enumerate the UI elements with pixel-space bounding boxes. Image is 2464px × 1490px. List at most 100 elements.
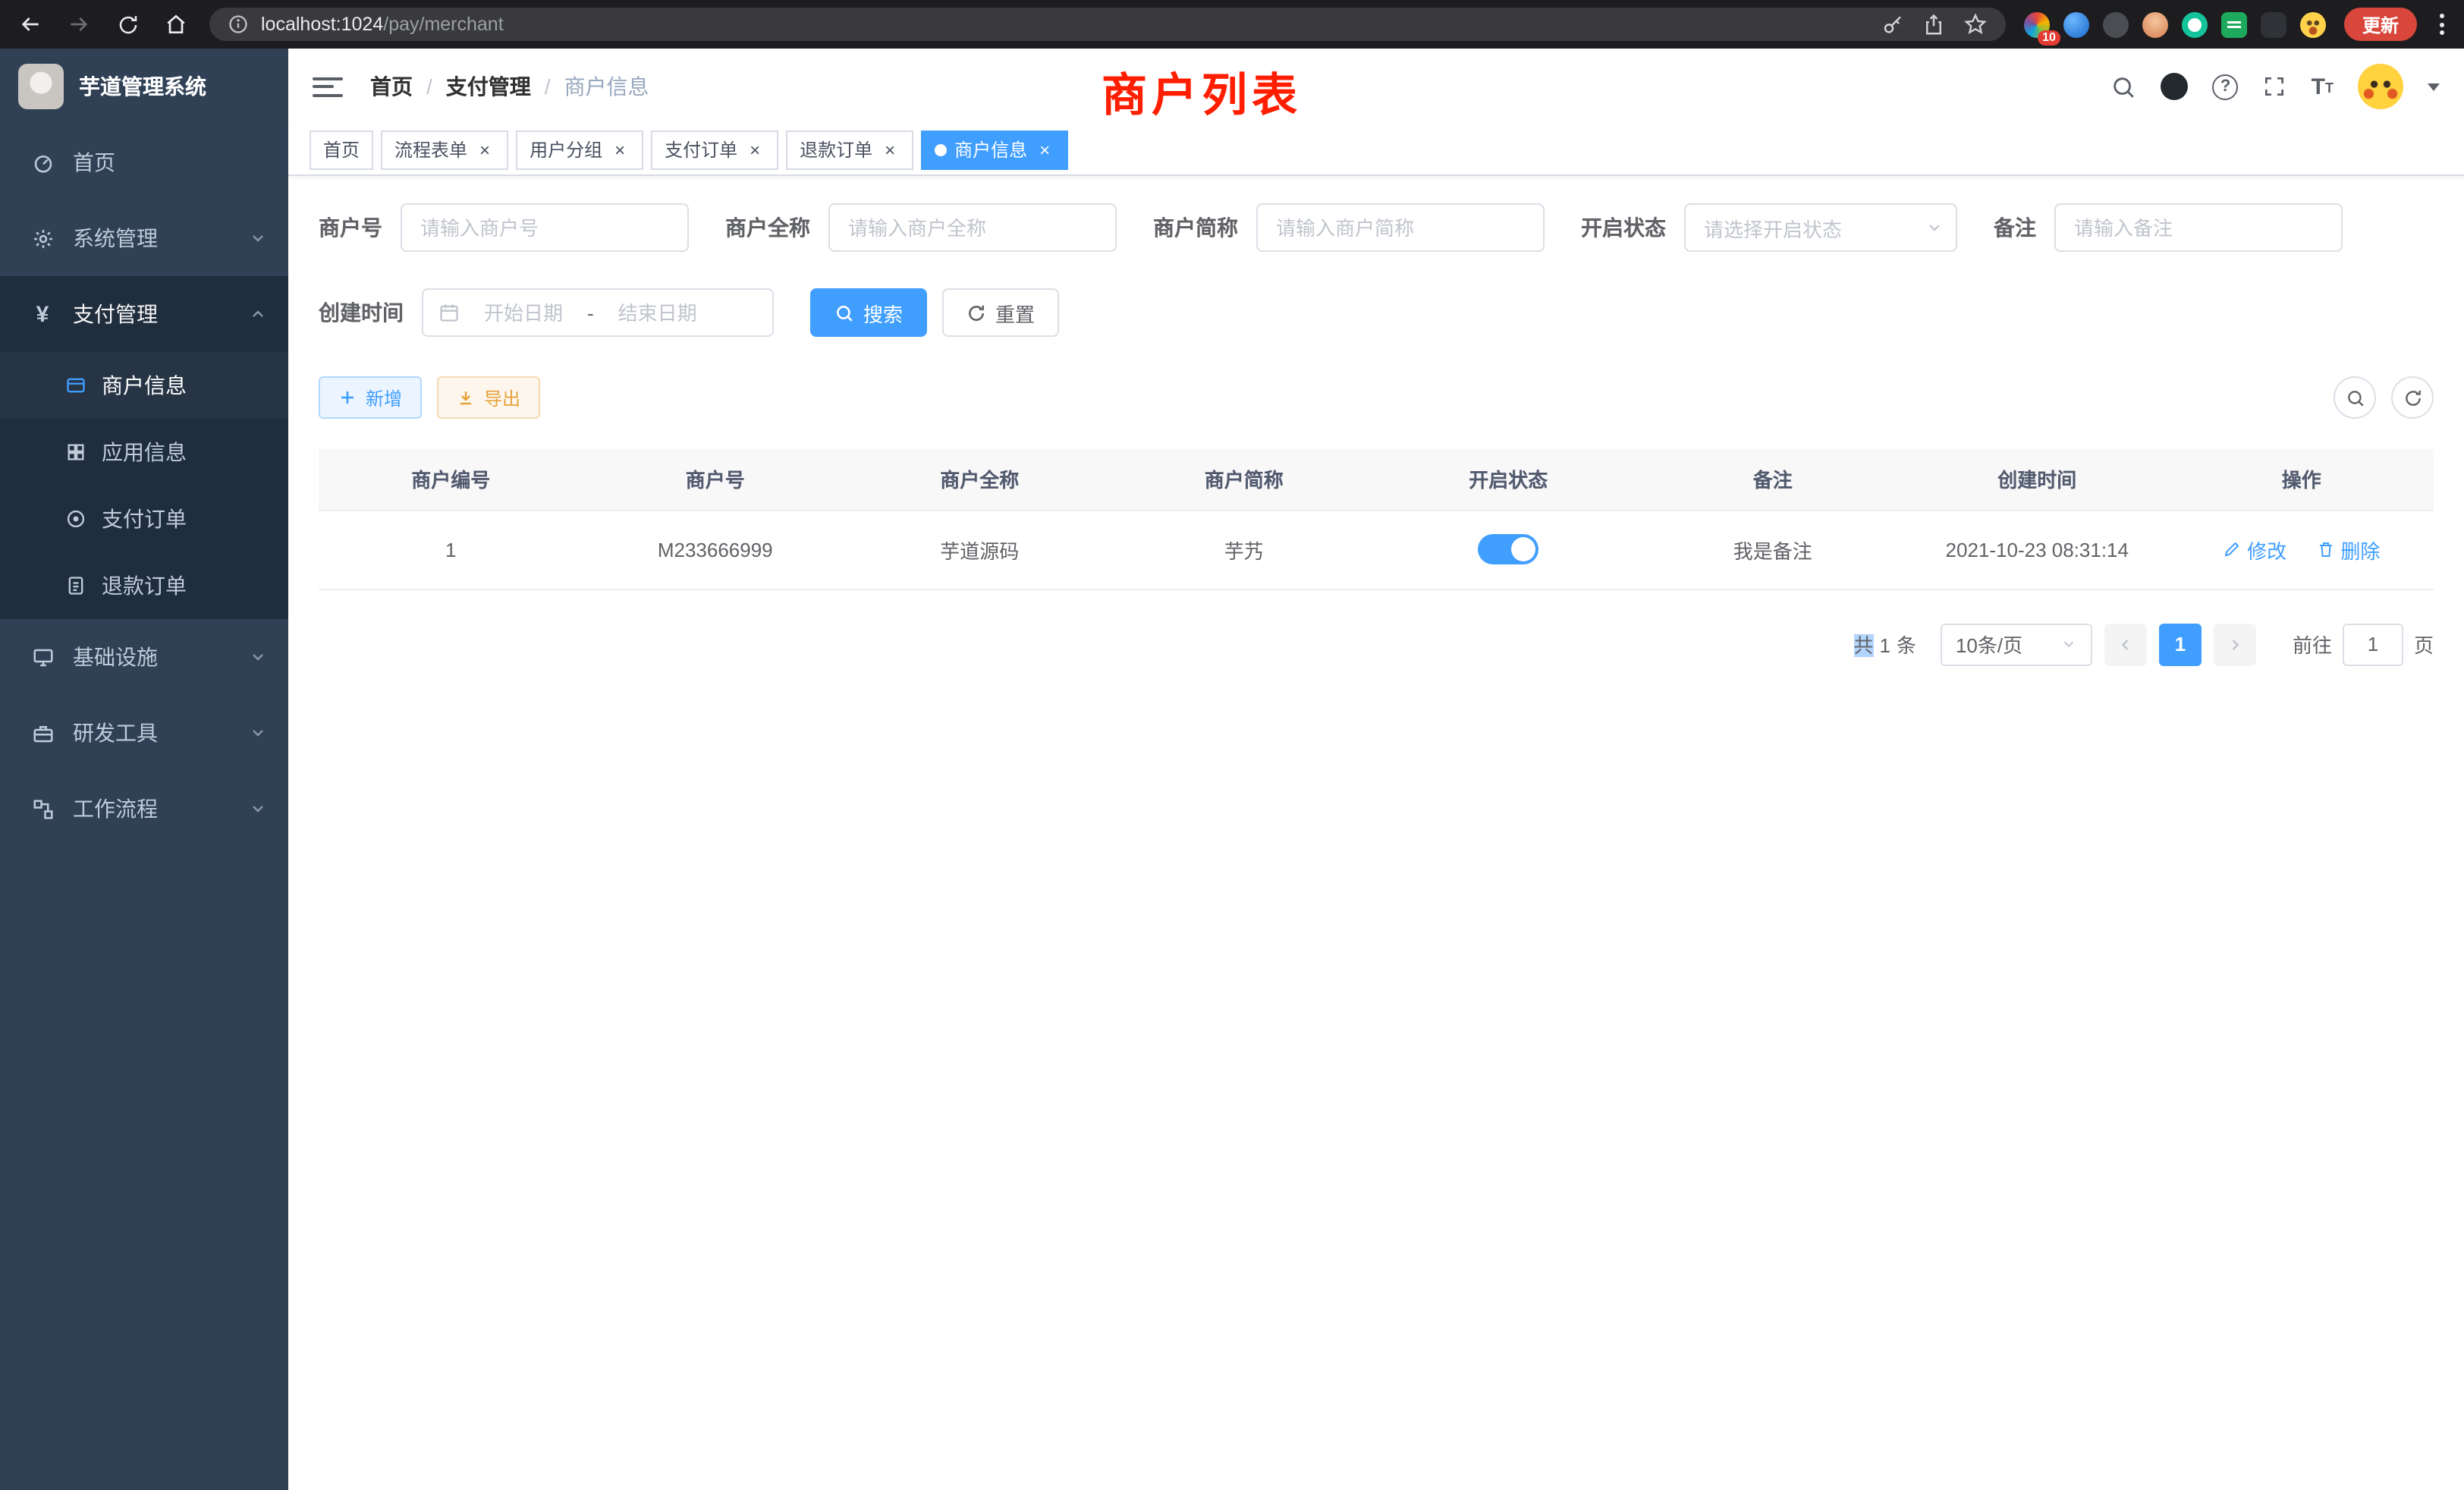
sidebar-item-dev-tools[interactable]: 研发工具 [0, 695, 288, 771]
help-icon[interactable]: ? [2213, 74, 2239, 99]
refund-doc-icon [64, 574, 86, 597]
tab-user-group[interactable]: 用户分组 [516, 130, 643, 169]
next-page-button[interactable] [2214, 623, 2256, 665]
sidebar-item-payment[interactable]: ¥ 支付管理 [0, 276, 288, 352]
cell-actions: 修改 删除 [2170, 510, 2434, 589]
back-button[interactable] [15, 9, 46, 39]
short-name-input[interactable] [1256, 203, 1545, 252]
tab-process-form[interactable]: 流程表单 [381, 130, 508, 169]
sidebar-item-label: 工作流程 [73, 794, 158, 824]
filter-remark: 备注 [1994, 203, 2343, 252]
page-size-select[interactable]: 10条/页 [1941, 623, 2092, 665]
font-size-icon[interactable]: TT [2312, 75, 2334, 98]
sidebar: 芋道管理系统 首页 系统管理 ¥ 支付管理 商户信息 [0, 49, 288, 1490]
tab-merchant-info[interactable]: 商户信息 [921, 130, 1068, 169]
status-select[interactable]: 请选择开启状态 [1684, 203, 1957, 252]
full-name-input[interactable] [828, 203, 1117, 252]
green-sheet-extension-icon[interactable] [2221, 11, 2247, 37]
field-label: 开启状态 [1581, 212, 1666, 243]
calendar-icon [438, 302, 460, 323]
browser-menu-button[interactable] [2435, 9, 2449, 39]
reset-button[interactable]: 重置 [942, 288, 1059, 337]
delete-button[interactable]: 删除 [2316, 535, 2380, 564]
breadcrumb-payment[interactable]: 支付管理 [446, 71, 531, 102]
close-icon[interactable] [475, 140, 495, 159]
toggle-search-button[interactable] [2334, 376, 2376, 419]
prev-page-button[interactable] [2104, 623, 2147, 665]
table-toolbar-right [2334, 376, 2434, 419]
browser-update-button[interactable]: 更新 [2344, 8, 2417, 41]
home-button[interactable] [161, 9, 191, 39]
sidebar-item-label: 研发工具 [73, 718, 158, 748]
search-button[interactable]: 搜索 [810, 288, 927, 337]
sidebar-item-infrastructure[interactable]: 基础设施 [0, 619, 288, 695]
search-icon[interactable] [2111, 74, 2137, 99]
sidebar-item-refund-order[interactable]: 退款订单 [0, 552, 288, 619]
table-toolbar: 新增 导出 [319, 376, 2434, 419]
site-info-icon[interactable] [228, 14, 249, 35]
tab-home[interactable]: 首页 [310, 130, 373, 169]
pinwheel-extension-icon[interactable]: 10 [2024, 11, 2050, 37]
dark-pin-extension-icon[interactable] [2261, 11, 2286, 37]
end-date-input[interactable] [603, 301, 712, 324]
refresh-table-button[interactable] [2391, 376, 2434, 419]
breadcrumb-separator: / [426, 74, 432, 99]
url-host: localhost:1024 [261, 14, 383, 35]
sidebar-item-workflow[interactable]: 工作流程 [0, 771, 288, 847]
refresh-icon [116, 13, 139, 36]
avatar-extension-icon[interactable] [2142, 11, 2168, 37]
export-button[interactable]: 导出 [437, 376, 540, 419]
start-date-input[interactable] [469, 301, 578, 324]
address-bar[interactable]: localhost:1024/pay/merchant [209, 8, 2006, 41]
page-number-button[interactable]: 1 [2159, 623, 2202, 665]
status-toggle[interactable] [1478, 534, 1538, 564]
sidebar-item-merchant-info[interactable]: 商户信息 [0, 352, 288, 419]
download-icon [457, 388, 475, 407]
close-icon[interactable] [880, 140, 900, 159]
dark-circle-extension-icon[interactable] [2103, 11, 2129, 37]
github-icon[interactable] [2161, 73, 2189, 100]
arrow-right-icon [67, 12, 91, 36]
close-icon[interactable] [745, 140, 765, 159]
sidebar-item-pay-order[interactable]: 支付订单 [0, 486, 288, 552]
filter-short-name: 商户简称 [1153, 203, 1545, 252]
goto-page-input[interactable] [2343, 623, 2403, 665]
bookmark-star-icon[interactable] [1963, 12, 1988, 36]
column-header: 商户号 [583, 449, 848, 510]
extension-badge: 10 [2038, 30, 2060, 45]
close-icon[interactable] [1035, 140, 1054, 159]
add-button[interactable]: 新增 [319, 376, 422, 419]
blue-drop-extension-icon[interactable] [2063, 11, 2089, 37]
chevron-down-icon[interactable] [2428, 83, 2440, 90]
green-ring-extension-icon[interactable] [2182, 11, 2208, 37]
forward-button[interactable] [64, 9, 94, 39]
table-row: 1 M233666999 芋道源码 芋艿 我是备注 2021-10-23 08:… [319, 510, 2434, 589]
export-button-label: 导出 [484, 385, 520, 410]
tab-refund-order[interactable]: 退款订单 [786, 130, 913, 169]
password-key-icon[interactable] [1881, 13, 1904, 36]
emoji-face-extension-icon[interactable] [2300, 11, 2326, 37]
tab-pay-order[interactable]: 支付订单 [651, 130, 778, 169]
edit-button[interactable]: 修改 [2223, 535, 2286, 564]
tab-label: 首页 [323, 137, 360, 162]
chevron-down-icon [2060, 636, 2077, 652]
sidebar-item-app-info[interactable]: 应用信息 [0, 419, 288, 486]
merchant-no-input[interactable] [401, 203, 689, 252]
remark-input[interactable] [2054, 203, 2343, 252]
close-icon[interactable] [610, 140, 630, 159]
field-label: 商户简称 [1153, 212, 1238, 243]
date-range-picker[interactable]: - [422, 288, 774, 337]
workflow-icon [30, 797, 55, 821]
chevron-right-icon [2226, 635, 2244, 653]
sidebar-toggle-button[interactable] [313, 77, 343, 96]
sidebar-item-system[interactable]: 系统管理 [0, 200, 288, 276]
share-icon[interactable] [1922, 13, 1945, 36]
reload-button[interactable] [112, 9, 143, 39]
sidebar-item-home[interactable]: 首页 [0, 124, 288, 200]
user-avatar[interactable] [2358, 64, 2403, 109]
breadcrumb: 首页 / 支付管理 / 商户信息 [370, 71, 649, 102]
breadcrumb-home[interactable]: 首页 [370, 71, 413, 102]
app-title: 芋道管理系统 [79, 71, 206, 102]
app-logo[interactable]: 芋道管理系统 [0, 49, 288, 124]
fullscreen-icon[interactable] [2263, 74, 2287, 99]
